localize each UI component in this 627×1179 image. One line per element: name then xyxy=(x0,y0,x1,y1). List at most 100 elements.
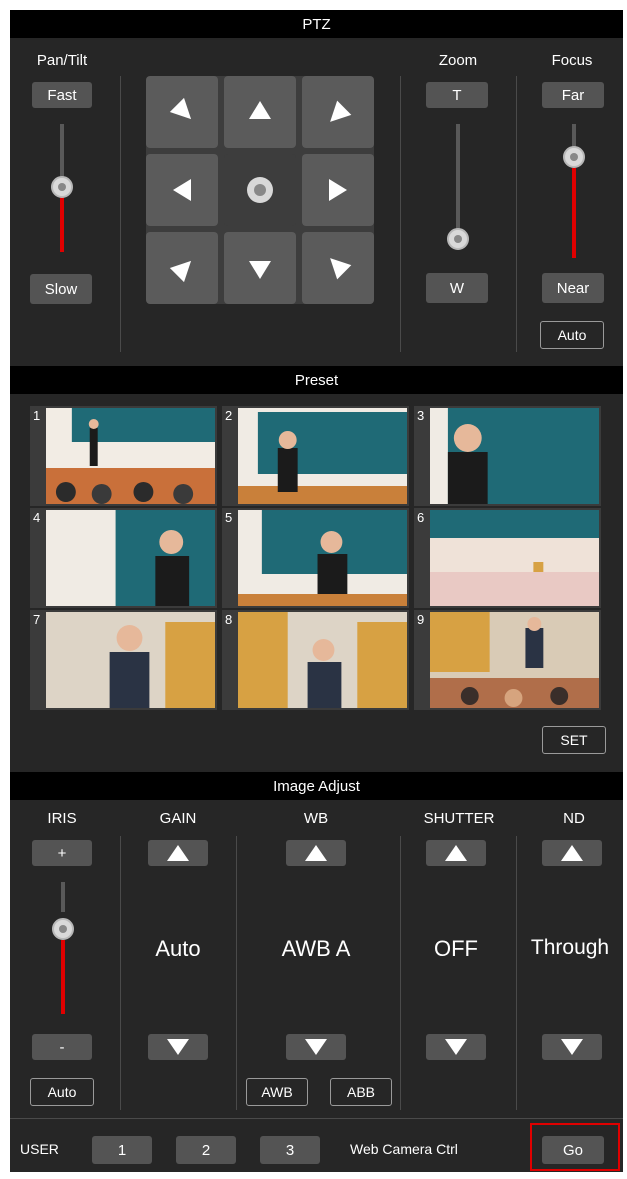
image-adjust-title: Image Adjust xyxy=(273,777,360,795)
web-camera-ctrl-label: Web Camera Ctrl xyxy=(350,1141,458,1157)
preset-button[interactable]: 3 xyxy=(414,406,601,506)
user-3-button[interactable]: 3 xyxy=(260,1136,320,1164)
nd-up-button[interactable] xyxy=(542,840,602,866)
wb-up-button[interactable] xyxy=(286,840,346,866)
focus-label: Focus xyxy=(551,52,593,69)
pan-tilt-label: Pan/Tilt xyxy=(36,52,88,69)
down-left-button[interactable] xyxy=(146,232,218,304)
left-arrow-icon xyxy=(173,179,191,201)
preset-number: 8 xyxy=(225,612,233,627)
pan-tilt-speed-fill xyxy=(60,196,64,252)
preset-number: 7 xyxy=(33,612,41,627)
divider xyxy=(236,836,237,1110)
preset-number: 6 xyxy=(417,510,425,525)
shutter-down-button[interactable] xyxy=(426,1034,486,1060)
zoom-tele-button[interactable]: T xyxy=(426,82,488,108)
divider xyxy=(516,76,517,352)
gain-label: GAIN xyxy=(159,810,197,827)
focus-fill xyxy=(572,168,576,258)
focus-slider-knob[interactable] xyxy=(563,146,585,168)
preset-number: 9 xyxy=(417,612,425,627)
right-arrow-icon xyxy=(329,179,347,201)
wb-down-button[interactable] xyxy=(286,1034,346,1060)
up-right-arrow-icon xyxy=(330,100,352,122)
preset-thumbnail xyxy=(430,510,599,606)
pan-tilt-speed-slider-knob[interactable] xyxy=(51,176,73,198)
home-button[interactable] xyxy=(224,154,296,226)
preset-thumbnail xyxy=(238,510,407,606)
iris-minus-button[interactable]: - xyxy=(32,1034,92,1060)
wb-value: AWB A xyxy=(281,936,351,961)
shutter-up-button[interactable] xyxy=(426,840,486,866)
camera-control-panel: PTZ Pan/Tilt Fast Slow Zoom T W Focus Fa… xyxy=(10,10,623,1172)
right-button[interactable] xyxy=(302,154,374,226)
down-right-button[interactable] xyxy=(302,232,374,304)
zoom-track xyxy=(456,124,460,244)
down-triangle-icon xyxy=(305,1039,327,1055)
focus-near-button[interactable]: Near xyxy=(542,273,604,303)
down-right-arrow-icon xyxy=(330,258,352,280)
up-triangle-icon xyxy=(561,845,583,861)
nd-value: Through xyxy=(530,936,610,959)
preset-button[interactable]: 1 xyxy=(30,406,217,506)
preset-set-button[interactable]: SET xyxy=(542,726,606,754)
preset-number: 5 xyxy=(225,510,233,525)
gain-value: Auto xyxy=(155,936,201,961)
preset-number: 3 xyxy=(417,408,425,423)
shutter-label: SHUTTER xyxy=(423,810,495,827)
user-2-button[interactable]: 2 xyxy=(176,1136,236,1164)
ptz-title: PTZ xyxy=(302,15,331,33)
up-triangle-icon xyxy=(167,845,189,861)
wb-label: WB xyxy=(303,810,329,827)
preset-button[interactable]: 6 xyxy=(414,508,601,608)
preset-number: 2 xyxy=(225,408,233,423)
divider xyxy=(516,836,517,1110)
iris-label: IRIS xyxy=(47,810,77,827)
up-button[interactable] xyxy=(224,76,296,148)
preset-button[interactable]: 5 xyxy=(222,508,409,608)
image-adjust-section-header: Image Adjust xyxy=(10,772,623,800)
ptz-section-header: PTZ xyxy=(10,10,623,38)
up-left-button[interactable] xyxy=(146,76,218,148)
web-camera-go-button[interactable]: Go xyxy=(542,1136,604,1164)
pan-tilt-slow-button[interactable]: Slow xyxy=(30,274,92,304)
down-button[interactable] xyxy=(224,232,296,304)
nd-down-button[interactable] xyxy=(542,1034,602,1060)
nd-label: ND xyxy=(563,810,585,827)
iris-auto-button[interactable]: Auto xyxy=(30,1078,94,1106)
abb-button[interactable]: ABB xyxy=(330,1078,392,1106)
zoom-slider-knob[interactable] xyxy=(447,228,469,250)
up-right-button[interactable] xyxy=(302,76,374,148)
preset-thumbnail xyxy=(430,612,599,708)
divider xyxy=(400,76,401,352)
iris-plus-button[interactable]: + xyxy=(32,840,92,866)
up-triangle-icon xyxy=(305,845,327,861)
preset-thumbnail xyxy=(46,510,215,606)
left-button[interactable] xyxy=(146,154,218,226)
preset-button[interactable]: 7 xyxy=(30,610,217,710)
iris-slider-knob[interactable] xyxy=(52,918,74,940)
zoom-wide-button[interactable]: W xyxy=(426,273,488,303)
gain-down-button[interactable] xyxy=(148,1034,208,1060)
user-label: USER xyxy=(20,1141,59,1157)
shutter-value: OFF xyxy=(434,936,478,961)
focus-auto-button[interactable]: Auto xyxy=(540,321,604,349)
preset-button[interactable]: 8 xyxy=(222,610,409,710)
awb-button[interactable]: AWB xyxy=(246,1078,308,1106)
preset-thumbnail xyxy=(46,612,215,708)
preset-button[interactable]: 2 xyxy=(222,406,409,506)
down-left-arrow-icon xyxy=(169,260,192,283)
down-triangle-icon xyxy=(561,1039,583,1055)
preset-button[interactable]: 4 xyxy=(30,508,217,608)
focus-far-button[interactable]: Far xyxy=(542,82,604,108)
user-1-button[interactable]: 1 xyxy=(92,1136,152,1164)
down-arrow-icon xyxy=(249,261,271,279)
preset-thumbnail xyxy=(46,408,215,504)
pan-tilt-fast-button[interactable]: Fast xyxy=(32,82,92,108)
gain-up-button[interactable] xyxy=(148,840,208,866)
up-arrow-icon xyxy=(249,101,271,119)
preset-button[interactable]: 9 xyxy=(414,610,601,710)
iris-fill xyxy=(61,940,65,1014)
iris-track xyxy=(61,882,65,912)
pan-tilt-speed-track xyxy=(60,124,64,184)
